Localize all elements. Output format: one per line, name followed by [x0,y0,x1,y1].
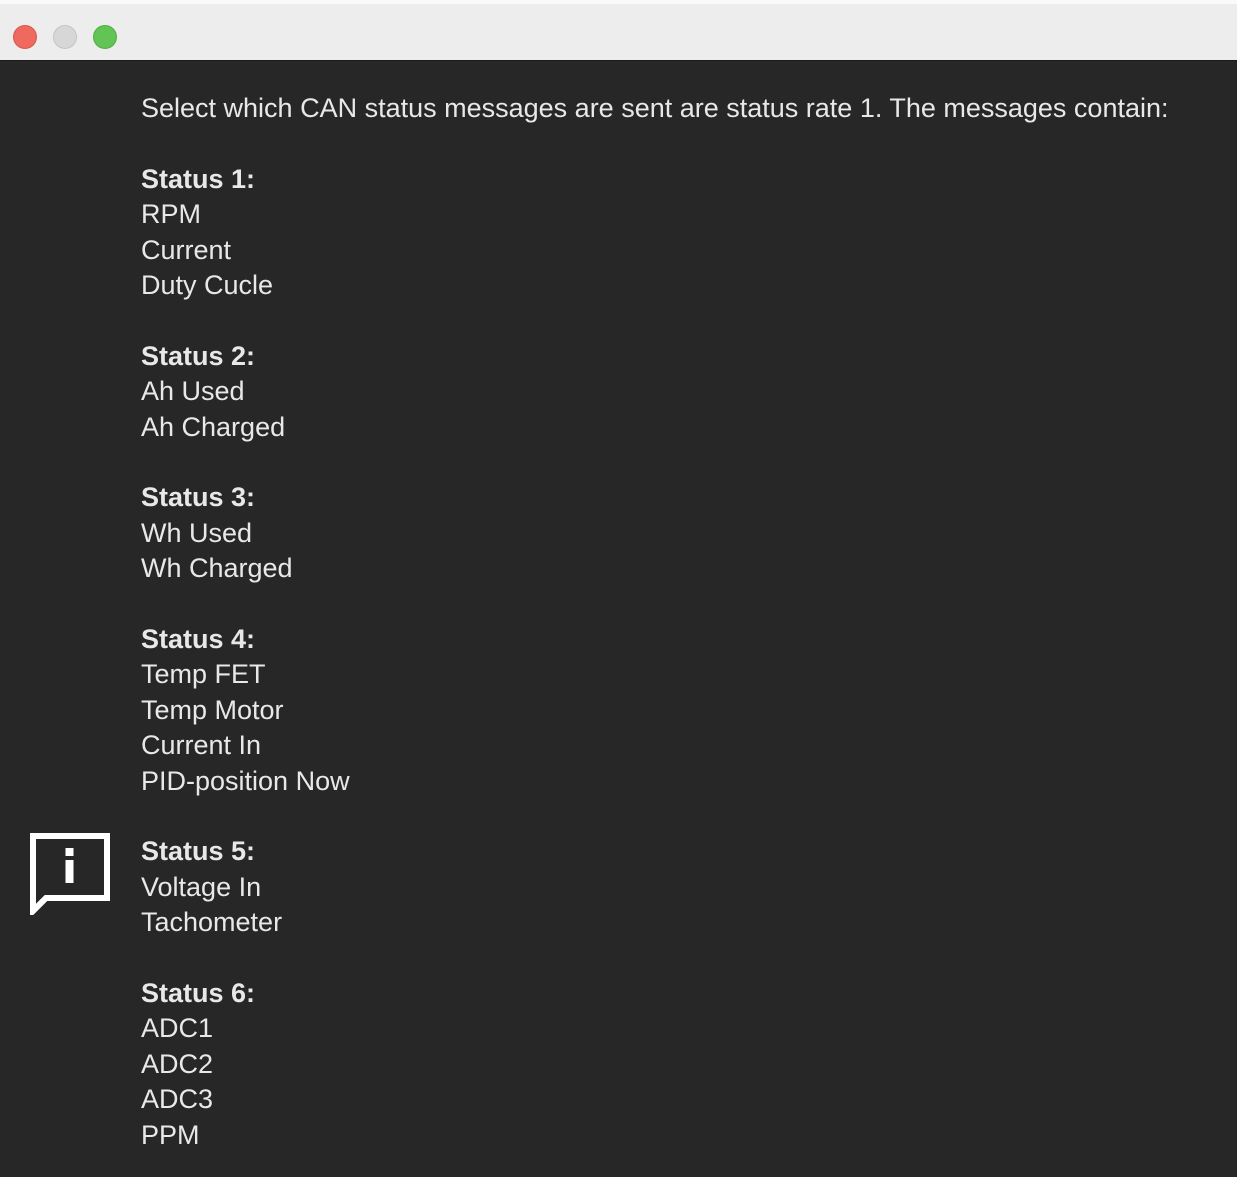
status-group-title: Status 1: [141,163,256,194]
help-window: Select which CAN status messages are sen… [0,0,1237,1177]
status-field: Ah Used [141,376,245,407]
status-group-title: Status 4: [141,624,256,655]
status-field: PPM [141,1119,200,1150]
help-content: Select which CAN status messages are sen… [0,61,1237,1177]
minimize-window-button[interactable] [53,25,77,49]
status-field: Current [141,234,232,265]
status-group: Status 4: Temp FET Temp Motor Current In PID… [141,622,1169,799]
close-window-button[interactable] [13,25,37,49]
status-field: Voltage In [141,871,262,902]
status-group: Status 3: Wh Used Wh Charged [141,480,1169,586]
maximize-window-button[interactable] [93,25,117,49]
status-field: PID-position Now [141,765,350,796]
status-group: Status 6: ADC1 ADC2 ADC3 PPM [141,976,1169,1153]
status-field: ADC1 [141,1013,214,1044]
status-field: Duty Cucle [141,270,274,301]
help-intro: Select which CAN status messages are sen… [141,93,1169,123]
status-group-title: Status 5: [141,836,256,867]
status-field: Current In [141,730,262,761]
status-field: ADC3 [141,1084,214,1115]
status-group-title: Status 6: [141,978,256,1009]
status-group: Status 1: RPM Current Duty Cucle [141,162,1169,304]
status-field: Ah Charged [141,411,286,442]
status-field: Temp Motor [141,694,284,725]
status-group-title: Status 2: [141,340,256,371]
status-field: Wh Charged [141,553,293,584]
title-bar [0,0,1237,61]
status-group-title: Status 3: [141,482,256,513]
status-field: Temp FET [141,659,266,690]
info-message-icon [30,833,110,915]
status-field: Wh Used [141,517,253,548]
status-group: Status 2: Ah Used Ah Charged [141,339,1169,445]
status-field: Tachometer [141,907,283,938]
status-field: ADC2 [141,1048,214,1079]
help-text: Select which CAN status messages are sen… [141,91,1169,1153]
status-field: RPM [141,199,201,230]
status-group: Status 5: Voltage In Tachometer [141,834,1169,940]
status-groups: Status 1: RPM Current Duty Cucle Status 2: Ah… [141,162,1169,1153]
